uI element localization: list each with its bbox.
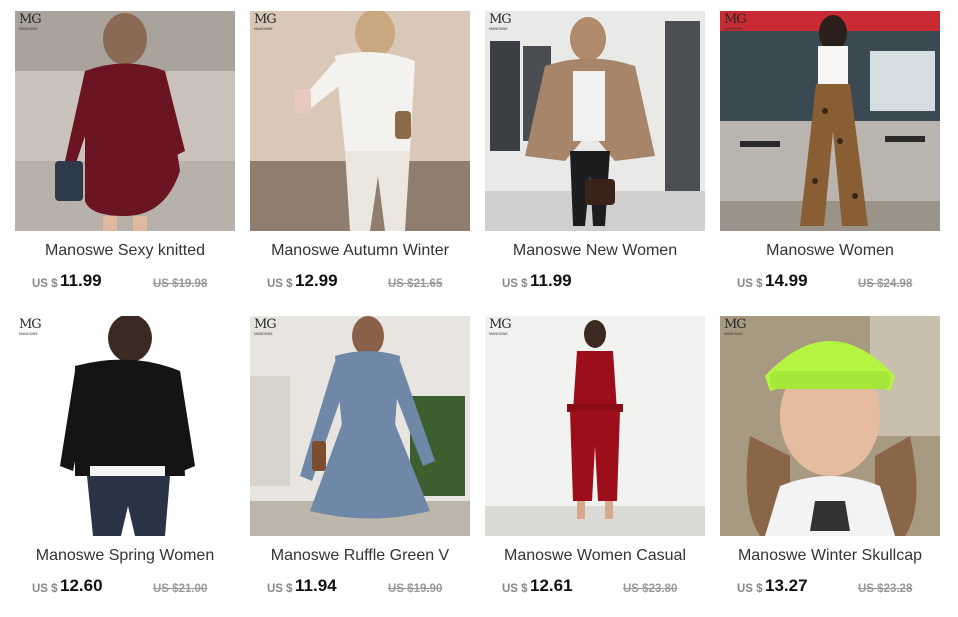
product-image[interactable]: MG MANOSWE	[250, 316, 470, 536]
product-card[interactable]: MG MANOSWE Manoswe Ruffle Green V US $ 1…	[250, 316, 470, 606]
price-row: US $ 14.99 US $24.98	[720, 269, 940, 297]
brand-logo-text: MANOSWE	[724, 27, 743, 31]
brand-logo: MG MANOSWE	[19, 318, 43, 344]
sale-price: 11.94	[295, 576, 337, 595]
price-row: US $ 13.27 US $23.28	[720, 574, 940, 602]
product-card[interactable]: MG MANOSWE Manoswe Women Casual US $ 12.…	[485, 316, 705, 606]
product-card[interactable]: MG MANOSWE Manoswe Winter Skullcap US $ …	[720, 316, 940, 606]
original-price: US $21.65	[388, 278, 443, 290]
product-title[interactable]: Manoswe Sexy knitted	[15, 242, 235, 260]
product-image[interactable]: MG MANOSWE	[485, 316, 705, 536]
brand-logo-text: MANOSWE	[489, 332, 508, 336]
currency-label: US $	[267, 278, 293, 290]
brand-logo: MG MANOSWE	[724, 318, 748, 344]
product-title[interactable]: Manoswe New Women	[485, 242, 705, 260]
brand-logo-mark: MG	[489, 317, 512, 332]
sale-price: 12.61	[530, 576, 573, 595]
currency-label: US $	[502, 583, 528, 595]
brand-logo-text: MANOSWE	[254, 332, 273, 336]
brand-logo-text: MANOSWE	[724, 332, 743, 336]
product-title[interactable]: Manoswe Ruffle Green V	[250, 547, 470, 565]
brand-logo-mark: MG	[254, 12, 277, 27]
product-image[interactable]: MG MANOSWE	[720, 316, 940, 536]
product-title[interactable]: Manoswe Women Casual	[485, 547, 705, 565]
brand-logo-mark: MG	[489, 12, 512, 27]
sale-price: 12.60	[60, 576, 103, 595]
product-title[interactable]: Manoswe Autumn Winter	[250, 242, 470, 260]
brand-logo-mark: MG	[19, 317, 42, 332]
brand-logo: MG MANOSWE	[254, 13, 278, 39]
product-card[interactable]: MG MANOSWE Manoswe New Women US $ 11.99	[485, 11, 705, 301]
product-photo	[250, 11, 470, 231]
brand-logo-mark: MG	[254, 317, 277, 332]
product-card[interactable]: MG MANOSWE Manoswe Spring Women US $ 12.…	[15, 316, 235, 606]
brand-logo-text: MANOSWE	[489, 27, 508, 31]
sale-price: 11.99	[530, 271, 572, 290]
product-photo	[15, 11, 235, 231]
currency-label: US $	[737, 583, 763, 595]
product-photo	[15, 316, 235, 536]
product-photo	[485, 316, 705, 536]
currency-label: US $	[502, 278, 528, 290]
price-row: US $ 11.99	[485, 269, 705, 297]
product-image[interactable]: MG MANOSWE	[485, 11, 705, 231]
brand-logo: MG MANOSWE	[254, 318, 278, 344]
brand-logo-mark: MG	[724, 12, 747, 27]
original-price: US $21.00	[153, 583, 208, 595]
product-photo	[720, 316, 940, 536]
product-card[interactable]: MG MANOSWE Manoswe Autumn Winter US $ 12…	[250, 11, 470, 301]
product-photo	[250, 316, 470, 536]
product-image[interactable]: MG MANOSWE	[720, 11, 940, 231]
sale-price: 14.99	[765, 271, 808, 290]
price-row: US $ 12.99 US $21.65	[250, 269, 470, 297]
product-title[interactable]: Manoswe Spring Women	[15, 547, 235, 565]
product-photo	[720, 11, 940, 231]
currency-label: US $	[267, 583, 293, 595]
original-price: US $19.98	[153, 278, 208, 290]
product-photo	[485, 11, 705, 231]
brand-logo: MG MANOSWE	[19, 13, 43, 39]
price-row: US $ 11.99 US $19.98	[15, 269, 235, 297]
currency-label: US $	[32, 583, 58, 595]
product-image[interactable]: MG MANOSWE	[15, 11, 235, 231]
product-title[interactable]: Manoswe Women	[720, 242, 940, 260]
product-image[interactable]: MG MANOSWE	[15, 316, 235, 536]
brand-logo-text: MANOSWE	[254, 27, 273, 31]
brand-logo-mark: MG	[19, 12, 42, 27]
brand-logo: MG MANOSWE	[724, 13, 748, 39]
brand-logo-text: MANOSWE	[19, 27, 38, 31]
brand-logo: MG MANOSWE	[489, 13, 513, 39]
product-grid: MG MANOSWE Manoswe Sexy knitted US $ 11.…	[0, 0, 958, 617]
product-image[interactable]: MG MANOSWE	[250, 11, 470, 231]
price-row: US $ 12.61 US $23.80	[485, 574, 705, 602]
currency-label: US $	[32, 278, 58, 290]
product-card[interactable]: MG MANOSWE Manoswe Women US $ 14.99 US $…	[720, 11, 940, 301]
original-price: US $24.98	[858, 278, 913, 290]
product-title[interactable]: Manoswe Winter Skullcap	[720, 547, 940, 565]
original-price: US $23.28	[858, 583, 913, 595]
original-price: US $19.90	[388, 583, 443, 595]
product-card[interactable]: MG MANOSWE Manoswe Sexy knitted US $ 11.…	[15, 11, 235, 301]
brand-logo-mark: MG	[724, 317, 747, 332]
brand-logo-text: MANOSWE	[19, 332, 38, 336]
price-row: US $ 11.94 US $19.90	[250, 574, 470, 602]
price-row: US $ 12.60 US $21.00	[15, 574, 235, 602]
sale-price: 11.99	[60, 271, 102, 290]
currency-label: US $	[737, 278, 763, 290]
brand-logo: MG MANOSWE	[489, 318, 513, 344]
sale-price: 12.99	[295, 271, 338, 290]
sale-price: 13.27	[765, 576, 808, 595]
original-price: US $23.80	[623, 583, 678, 595]
